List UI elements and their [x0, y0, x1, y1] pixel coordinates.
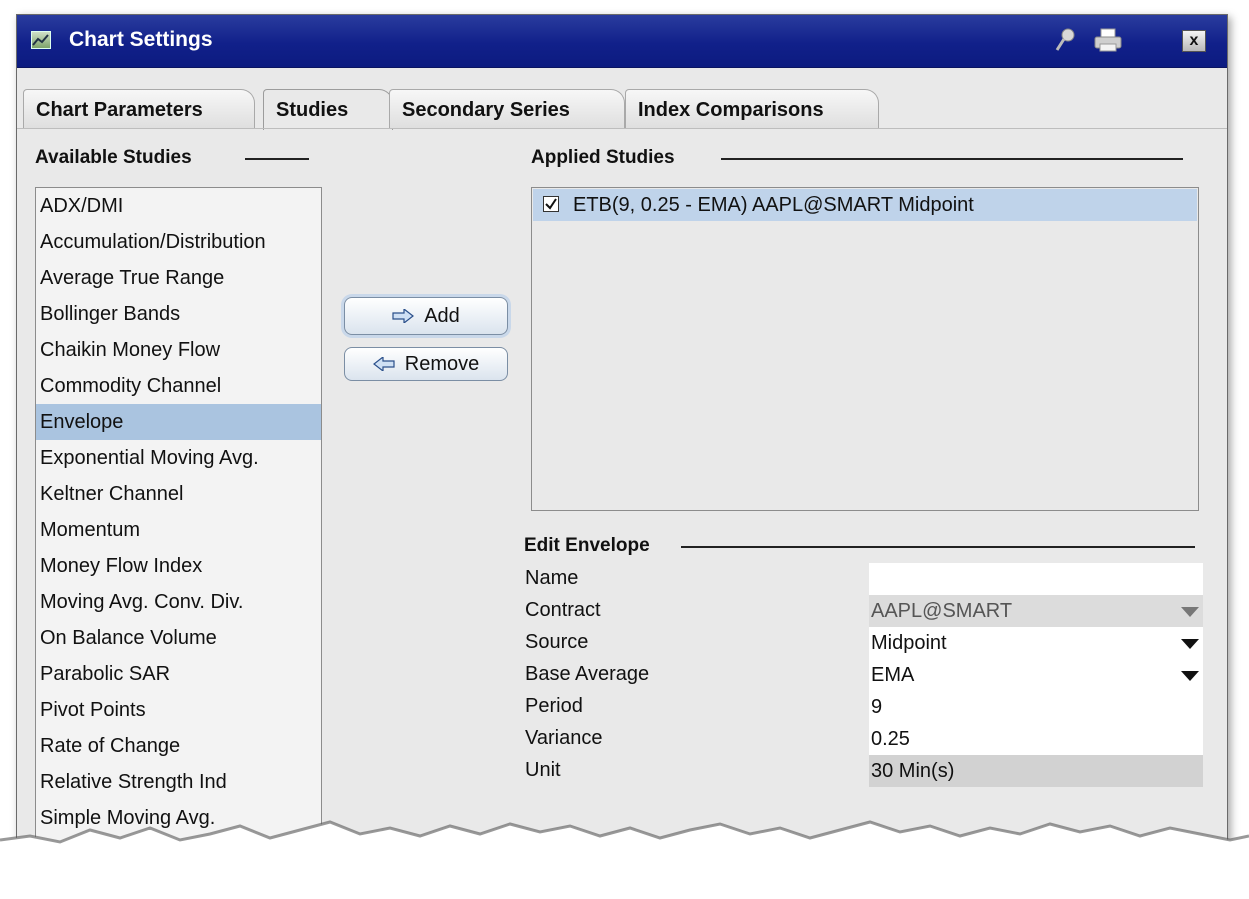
list-item[interactable]: Moving Avg. Conv. Div.: [36, 584, 321, 620]
heading-rule: [245, 158, 309, 160]
available-studies-heading: Available Studies: [35, 147, 192, 168]
name-label: Name: [525, 567, 579, 589]
add-button[interactable]: Add: [344, 297, 508, 335]
list-item[interactable]: Keltner Channel: [36, 476, 321, 512]
chart-icon: [31, 31, 51, 49]
add-button-label: Add: [424, 305, 460, 327]
close-icon: x: [1189, 32, 1199, 49]
heading-rule: [721, 158, 1183, 160]
list-item[interactable]: On Balance Volume: [36, 620, 321, 656]
list-item[interactable]: Exponential Moving Avg.: [36, 440, 321, 476]
arrow-left-icon: [372, 349, 395, 381]
base-average-value: EMA: [871, 664, 915, 686]
pin-icon[interactable]: [1054, 27, 1078, 53]
unit-field[interactable]: 30 Min(s): [869, 755, 1203, 787]
applied-studies-list[interactable]: ETB(9, 0.25 - EMA) AAPL@SMART Midpoint: [531, 187, 1199, 511]
list-item[interactable]: Rate of Change: [36, 728, 321, 764]
source-label: Source: [525, 631, 589, 653]
period-field[interactable]: 9: [869, 691, 1203, 723]
list-item-selected[interactable]: Envelope: [36, 404, 321, 440]
tab-secondary-series[interactable]: Secondary Series: [389, 89, 625, 129]
remove-button[interactable]: Remove: [344, 347, 508, 381]
contract-select[interactable]: AAPL@SMART: [869, 595, 1203, 627]
base-average-select[interactable]: EMA: [869, 659, 1203, 691]
variance-field[interactable]: 0.25: [869, 723, 1203, 755]
list-item[interactable]: Average True Range: [36, 260, 321, 296]
tab-label: Chart Parameters: [36, 99, 203, 121]
close-button[interactable]: x: [1182, 30, 1206, 52]
list-item[interactable]: Bollinger Bands: [36, 296, 321, 332]
base-average-label: Base Average: [525, 663, 650, 685]
list-item[interactable]: ADX/DMI: [36, 188, 321, 224]
list-item[interactable]: Momentum: [36, 512, 321, 548]
period-label: Period: [525, 695, 583, 717]
variance-label: Variance: [525, 727, 603, 749]
heading-rule: [681, 546, 1195, 548]
tab-label: Studies: [276, 99, 349, 121]
applied-studies-heading: Applied Studies: [531, 147, 675, 168]
title-bar[interactable]: Chart Settings x: [17, 15, 1227, 68]
list-item[interactable]: Relative Strength Ind: [36, 764, 321, 800]
chevron-down-icon: [1181, 607, 1199, 617]
applied-study-label: ETB(9, 0.25 - EMA) AAPL@SMART Midpoint: [573, 194, 974, 216]
tab-divider: [17, 128, 1227, 129]
source-select[interactable]: Midpoint: [869, 627, 1203, 659]
list-item[interactable]: Money Flow Index: [36, 548, 321, 584]
source-value: Midpoint: [871, 632, 947, 654]
torn-edge: [0, 820, 1249, 899]
list-item[interactable]: Parabolic SAR: [36, 656, 321, 692]
chart-settings-window: Chart Settings x Chart Parameters Studie…: [16, 14, 1228, 877]
tab-studies[interactable]: Studies: [263, 89, 393, 130]
applied-study-checkbox[interactable]: [543, 195, 559, 212]
contract-label: Contract: [525, 599, 601, 621]
list-item[interactable]: Chaikin Money Flow: [36, 332, 321, 368]
print-icon[interactable]: [1092, 27, 1124, 53]
list-item[interactable]: Pivot Points: [36, 692, 321, 728]
arrow-right-icon: [392, 299, 415, 335]
chevron-down-icon: [1181, 639, 1199, 649]
edit-envelope-heading: Edit Envelope: [524, 535, 650, 556]
tab-label: Index Comparisons: [638, 99, 824, 121]
tab-label: Secondary Series: [402, 99, 570, 121]
name-field[interactable]: [869, 563, 1203, 595]
tab-strip: Chart Parameters Studies Secondary Serie…: [17, 67, 1227, 130]
window-title: Chart Settings: [69, 28, 213, 51]
chevron-down-icon: [1181, 671, 1199, 681]
unit-label: Unit: [525, 759, 561, 781]
remove-button-label: Remove: [404, 353, 480, 375]
tab-chart-parameters[interactable]: Chart Parameters: [23, 89, 255, 129]
contract-value: AAPL@SMART: [871, 600, 1013, 622]
tab-index-comparisons[interactable]: Index Comparisons: [625, 89, 879, 129]
list-item[interactable]: Commodity Channel: [36, 368, 321, 404]
available-studies-list[interactable]: ADX/DMI Accumulation/Distribution Averag…: [35, 187, 322, 877]
applied-study-row[interactable]: ETB(9, 0.25 - EMA) AAPL@SMART Midpoint: [533, 189, 1197, 221]
list-item[interactable]: Accumulation/Distribution: [36, 224, 321, 260]
